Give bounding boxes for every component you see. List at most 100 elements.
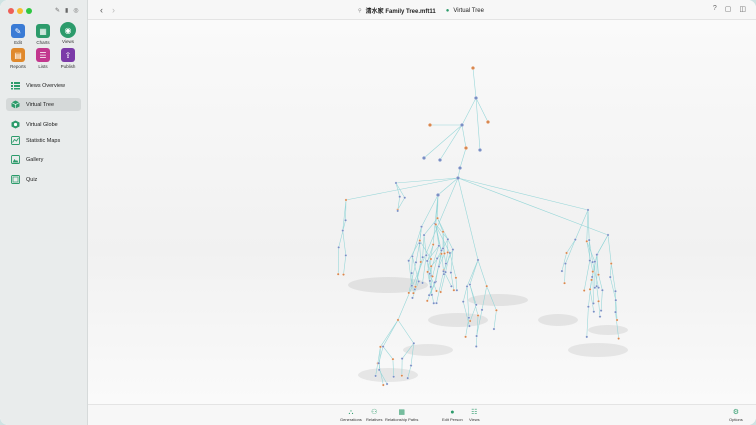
zoom-window-button[interactable] [26,8,32,14]
search-icon[interactable]: ◎ [73,7,78,14]
person-node [492,327,496,331]
person-node [446,238,450,241]
back-icon[interactable]: ‹ [100,5,103,15]
charts-tool[interactable]: ▦ Charts [31,24,55,45]
views-tool[interactable]: ◉ Views [56,22,80,44]
minimize-window-button[interactable] [17,8,23,14]
person-node [436,216,439,220]
sidebar-item-views-overview[interactable]: Views Overview [6,79,81,92]
person-node [428,123,432,127]
person-node [392,375,395,379]
person-node [476,258,480,262]
tree-edge [432,258,438,277]
relatives-icon: ⚇ [371,409,378,416]
person-node [413,288,417,291]
person-node [586,208,590,212]
relationship-paths-button[interactable]: ▦ Relationship Paths [385,408,418,422]
sidebar-item-virtual-globe[interactable]: Virtual Globe [6,118,81,131]
sidebar-item-gallery[interactable]: Gallery [6,153,81,166]
person-node [449,271,453,274]
person-node [598,315,602,318]
tree-edge [395,182,405,198]
edit-tool[interactable]: ✎ Edit [6,24,30,45]
tree-edge [588,279,592,307]
lists-label: Lists [38,64,48,69]
views-label: Views [62,39,74,44]
person-node [452,288,456,292]
help-icon[interactable]: ? [713,5,717,13]
globe-cube-icon [11,120,20,129]
family-tree-3d[interactable] [88,20,756,404]
sidebar-item-statistic-maps[interactable]: Statistic Maps [6,134,81,147]
person-node [595,284,599,288]
person-node [410,284,414,288]
tree-shadow [538,314,578,326]
person-node [485,284,489,288]
forward-icon[interactable]: › [112,5,115,15]
person-node [474,96,478,100]
tree-edge [600,290,603,311]
person-node [591,260,594,264]
person-node [412,291,415,295]
lists-tool[interactable]: ☰ Lists [31,48,55,69]
person-node [379,345,382,349]
person-node [429,257,433,261]
views-button[interactable]: ☷ Views [469,408,480,422]
sidebar-item-label: Virtual Tree [26,101,55,108]
sidebar-toggle-icon[interactable]: ▢ [725,5,732,13]
inspector-icon[interactable]: ◫ [739,5,746,13]
sidebar-item-label: Statistic Maps [26,137,61,144]
sidebar-item-label: Virtual Globe [26,121,58,128]
person-node [615,318,619,322]
person-node [377,368,381,372]
tree-edge [382,346,394,360]
person-node [385,382,389,386]
person-node [425,299,429,303]
person-icon: ⚲ [358,7,362,14]
person-node [563,281,566,285]
person-node [608,275,612,279]
tree-edge [607,234,612,264]
person-node [595,253,599,257]
person-node [597,299,600,303]
map-icon [11,136,20,145]
person-node [421,281,424,285]
tree-edge [459,147,467,169]
person-node [458,166,462,170]
sidebar: ✎ ▮ ◎ ✎ Edit ▦ Charts ◉ Views ▤ Reports … [0,0,88,425]
close-window-button[interactable] [8,8,14,14]
tree-edge [449,252,457,278]
person-node [592,310,596,314]
tree-edge [586,241,596,262]
edit-person-label: Edit Person [442,417,463,422]
person-node [467,316,471,320]
tree-edge [422,255,427,283]
tree-edge [395,177,459,184]
pin-icon[interactable]: ✎ [55,7,60,14]
tree-edge [457,177,589,211]
tree-edge [382,319,399,347]
bottom-toolbar: ⛬ Generations ⚇ Relatives ▦ Relationship… [88,404,756,425]
person-node [407,259,411,263]
edit-person-button[interactable]: ● Edit Person [442,408,463,422]
tree-edge [455,277,458,291]
window-title: ⚲ 清水家 Family Tree.mft11 ● Virtual Tree [358,6,484,16]
person-node [396,209,400,213]
tree-edge [565,239,576,264]
tree-shadow [358,368,418,382]
relatives-button[interactable]: ⚇ Relatives [366,408,382,422]
generations-button[interactable]: ⛬ Generations [340,408,362,422]
reports-tool[interactable]: ▤ Reports [6,48,30,69]
person-node [430,293,434,297]
person-node [461,300,465,304]
publish-icon: ⇪ [61,48,75,62]
virtual-tree-canvas[interactable] [88,20,756,404]
tree-edge [493,310,497,330]
publish-tool[interactable]: ⇪ Publish [56,48,80,69]
options-button[interactable]: ⚙ Options [729,408,743,422]
sidebar-item-virtual-tree[interactable]: Virtual Tree [6,98,81,111]
bookmark-icon[interactable]: ▮ [65,7,68,14]
tree-edge [437,177,459,196]
person-node [591,270,595,273]
sidebar-item-quiz[interactable]: Quiz [6,173,81,186]
